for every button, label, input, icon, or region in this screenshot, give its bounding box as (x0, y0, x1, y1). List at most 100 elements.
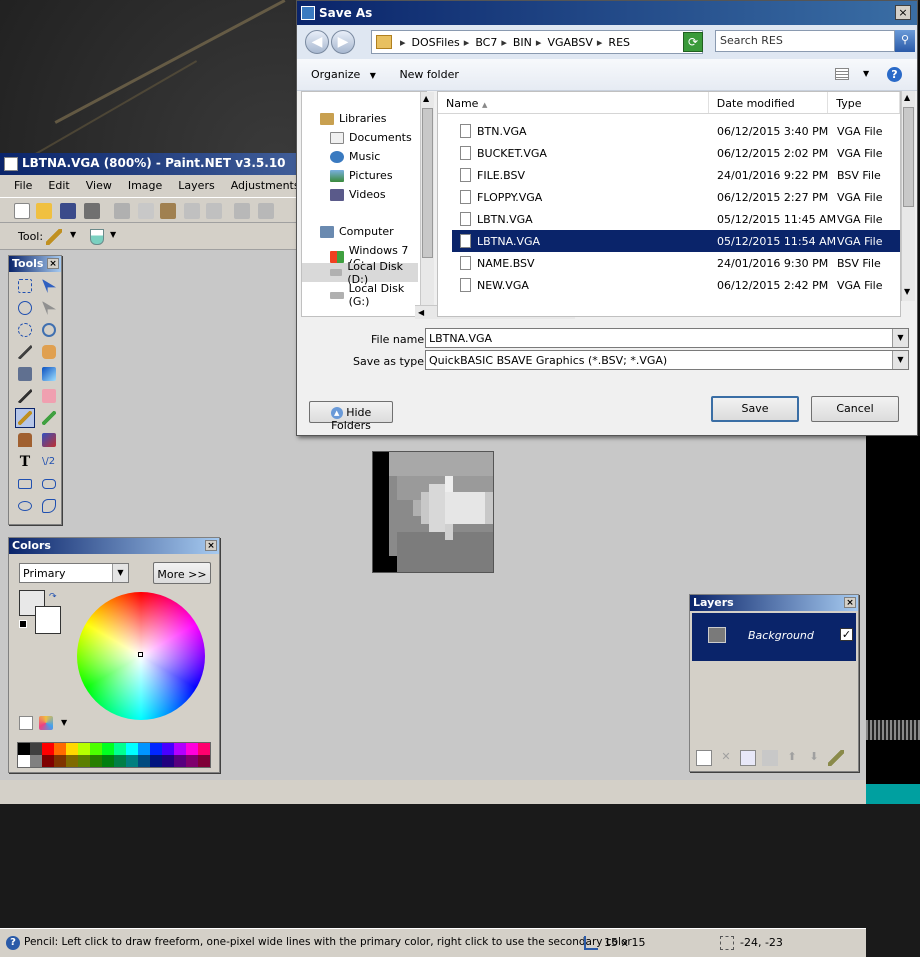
paintbrush-tool[interactable] (15, 386, 35, 406)
new-folder-button[interactable]: New folder (399, 68, 458, 81)
eraser-tool[interactable] (39, 386, 59, 406)
chevron-down-icon[interactable]: ▼ (892, 329, 908, 347)
palette-swatch[interactable] (90, 743, 102, 755)
palette-swatch[interactable] (138, 743, 150, 755)
open-icon[interactable] (36, 203, 52, 219)
secondary-color-swatch[interactable] (35, 606, 61, 634)
breadcrumb-item[interactable]: RES (608, 36, 630, 49)
redo-icon[interactable] (258, 203, 274, 219)
palette-swatch[interactable] (186, 743, 198, 755)
pencil-tool[interactable] (15, 408, 35, 428)
forward-button[interactable]: ▶ (331, 30, 355, 54)
file-list-scrollbar[interactable]: ▲ ▼ (901, 91, 915, 301)
gradient-tool[interactable] (39, 364, 59, 384)
scroll-up-icon[interactable]: ▲ (904, 93, 910, 102)
palette-swatch[interactable] (198, 743, 210, 755)
view-options-icon[interactable] (835, 68, 849, 80)
palette-swatch[interactable] (114, 743, 126, 755)
close-icon[interactable]: × (844, 597, 856, 608)
palette-swatch[interactable] (150, 743, 162, 755)
pencil-icon[interactable] (46, 229, 62, 245)
clone-stamp-tool[interactable] (15, 430, 35, 450)
ellipse-select-tool[interactable] (15, 320, 35, 340)
reset-colors-icon[interactable] (19, 620, 27, 628)
palette-swatch[interactable] (42, 743, 54, 755)
palette-swatch[interactable] (138, 755, 150, 767)
palette-swatch[interactable] (78, 755, 90, 767)
palette-swatch[interactable] (90, 755, 102, 767)
file-row-selected[interactable]: LBTNA.VGA 05/12/2015 11:54 AM VGA File (452, 230, 900, 252)
chevron-down-icon[interactable]: ▼ (370, 71, 376, 80)
color-mode-select[interactable]: Primary ▼ (19, 563, 129, 583)
undo-icon[interactable] (234, 203, 250, 219)
rectangle-select-tool[interactable] (15, 276, 35, 296)
nav-videos[interactable]: Videos (330, 188, 386, 201)
palette-swatch[interactable] (66, 755, 78, 767)
palette-swatch[interactable] (102, 755, 114, 767)
copy-icon[interactable] (138, 203, 154, 219)
paint-bucket-tool[interactable] (15, 364, 35, 384)
menu-file[interactable]: File (6, 179, 40, 196)
palette-swatch[interactable] (54, 743, 66, 755)
dialog-titlebar[interactable]: Save As (297, 1, 917, 25)
palette-swatch[interactable] (66, 743, 78, 755)
filename-input[interactable]: LBTNA.VGA ▼ (425, 328, 909, 348)
chevron-down-icon[interactable]: ▼ (863, 69, 869, 78)
file-row[interactable]: NEW.VGA 06/12/2015 2:42 PM VGA File (438, 274, 900, 296)
line-curve-tool[interactable]: \/2 (39, 452, 59, 472)
recolor-tool[interactable] (39, 430, 59, 450)
hide-folders-button[interactable]: ▲ Hide Folders (309, 401, 393, 432)
chevron-down-icon[interactable]: ▼ (61, 718, 67, 727)
freeform-shape-tool[interactable] (39, 496, 59, 516)
close-icon[interactable]: × (895, 5, 911, 20)
pan-tool[interactable] (39, 342, 59, 362)
palette-swatch[interactable] (126, 755, 138, 767)
menu-adjustments[interactable]: Adjustments (223, 179, 308, 196)
text-tool[interactable]: T (15, 452, 35, 472)
column-date[interactable]: Date modified (709, 92, 829, 113)
palette-swatch[interactable] (162, 743, 174, 755)
palette-swatch[interactable] (18, 755, 30, 767)
palette-swatch[interactable] (18, 743, 30, 755)
save-type-select[interactable]: QuickBASIC BSAVE Graphics (*.BSV; *.VGA)… (425, 350, 909, 370)
color-picker-tool[interactable] (39, 408, 59, 428)
lasso-tool[interactable] (15, 298, 35, 318)
column-name[interactable]: Name ▲ (438, 92, 709, 113)
move-selected-tool[interactable] (39, 276, 59, 296)
back-button[interactable]: ◀ (305, 30, 329, 54)
close-icon[interactable]: × (205, 540, 217, 551)
menu-edit[interactable]: Edit (40, 179, 77, 196)
tools-panel-titlebar[interactable]: Tools × (9, 256, 61, 272)
palette-swatch[interactable] (198, 755, 210, 767)
search-icon[interactable]: ⚲ (895, 30, 915, 52)
delete-layer-icon[interactable]: ✕ (718, 750, 734, 766)
palette-swatch[interactable] (150, 755, 162, 767)
crop-icon[interactable] (184, 203, 200, 219)
palette-swatch[interactable] (114, 755, 126, 767)
nav-libraries[interactable]: Libraries (320, 112, 387, 125)
breadcrumb[interactable]: ▸ DOSFiles ▸ BC7 ▸ BIN ▸ VGABSV ▸ RES ▼ (371, 30, 703, 54)
file-row[interactable]: BUCKET.VGA 06/12/2015 2:02 PM VGA File (438, 142, 900, 164)
menu-image[interactable]: Image (120, 179, 170, 196)
refresh-icon[interactable]: ⟳ (683, 32, 703, 52)
swap-colors-icon[interactable]: ↷ (49, 592, 57, 602)
add-color-icon[interactable] (19, 716, 33, 730)
chevron-down-icon[interactable]: ▼ (892, 351, 908, 369)
deselect-icon[interactable] (206, 203, 222, 219)
file-row[interactable]: NAME.BSV 24/01/2016 9:30 PM BSV File (438, 252, 900, 274)
more-colors-button[interactable]: More >> (153, 562, 211, 584)
duplicate-layer-icon[interactable] (740, 750, 756, 766)
scroll-left-icon[interactable]: ◀ (418, 308, 424, 317)
merge-layer-icon[interactable] (762, 750, 778, 766)
chevron-down-icon[interactable]: ▼ (70, 230, 76, 239)
menu-view[interactable]: View (78, 179, 120, 196)
save-icon[interactable] (60, 203, 76, 219)
scroll-thumb[interactable] (422, 108, 433, 258)
nav-music[interactable]: Music (330, 150, 380, 163)
nav-scrollbar[interactable]: ▲ (420, 92, 434, 316)
column-type[interactable]: Type (828, 92, 900, 113)
ellipse-tool[interactable] (15, 496, 35, 516)
palette-icon[interactable] (39, 716, 53, 730)
palette-swatch[interactable] (174, 743, 186, 755)
palette-swatch[interactable] (174, 755, 186, 767)
